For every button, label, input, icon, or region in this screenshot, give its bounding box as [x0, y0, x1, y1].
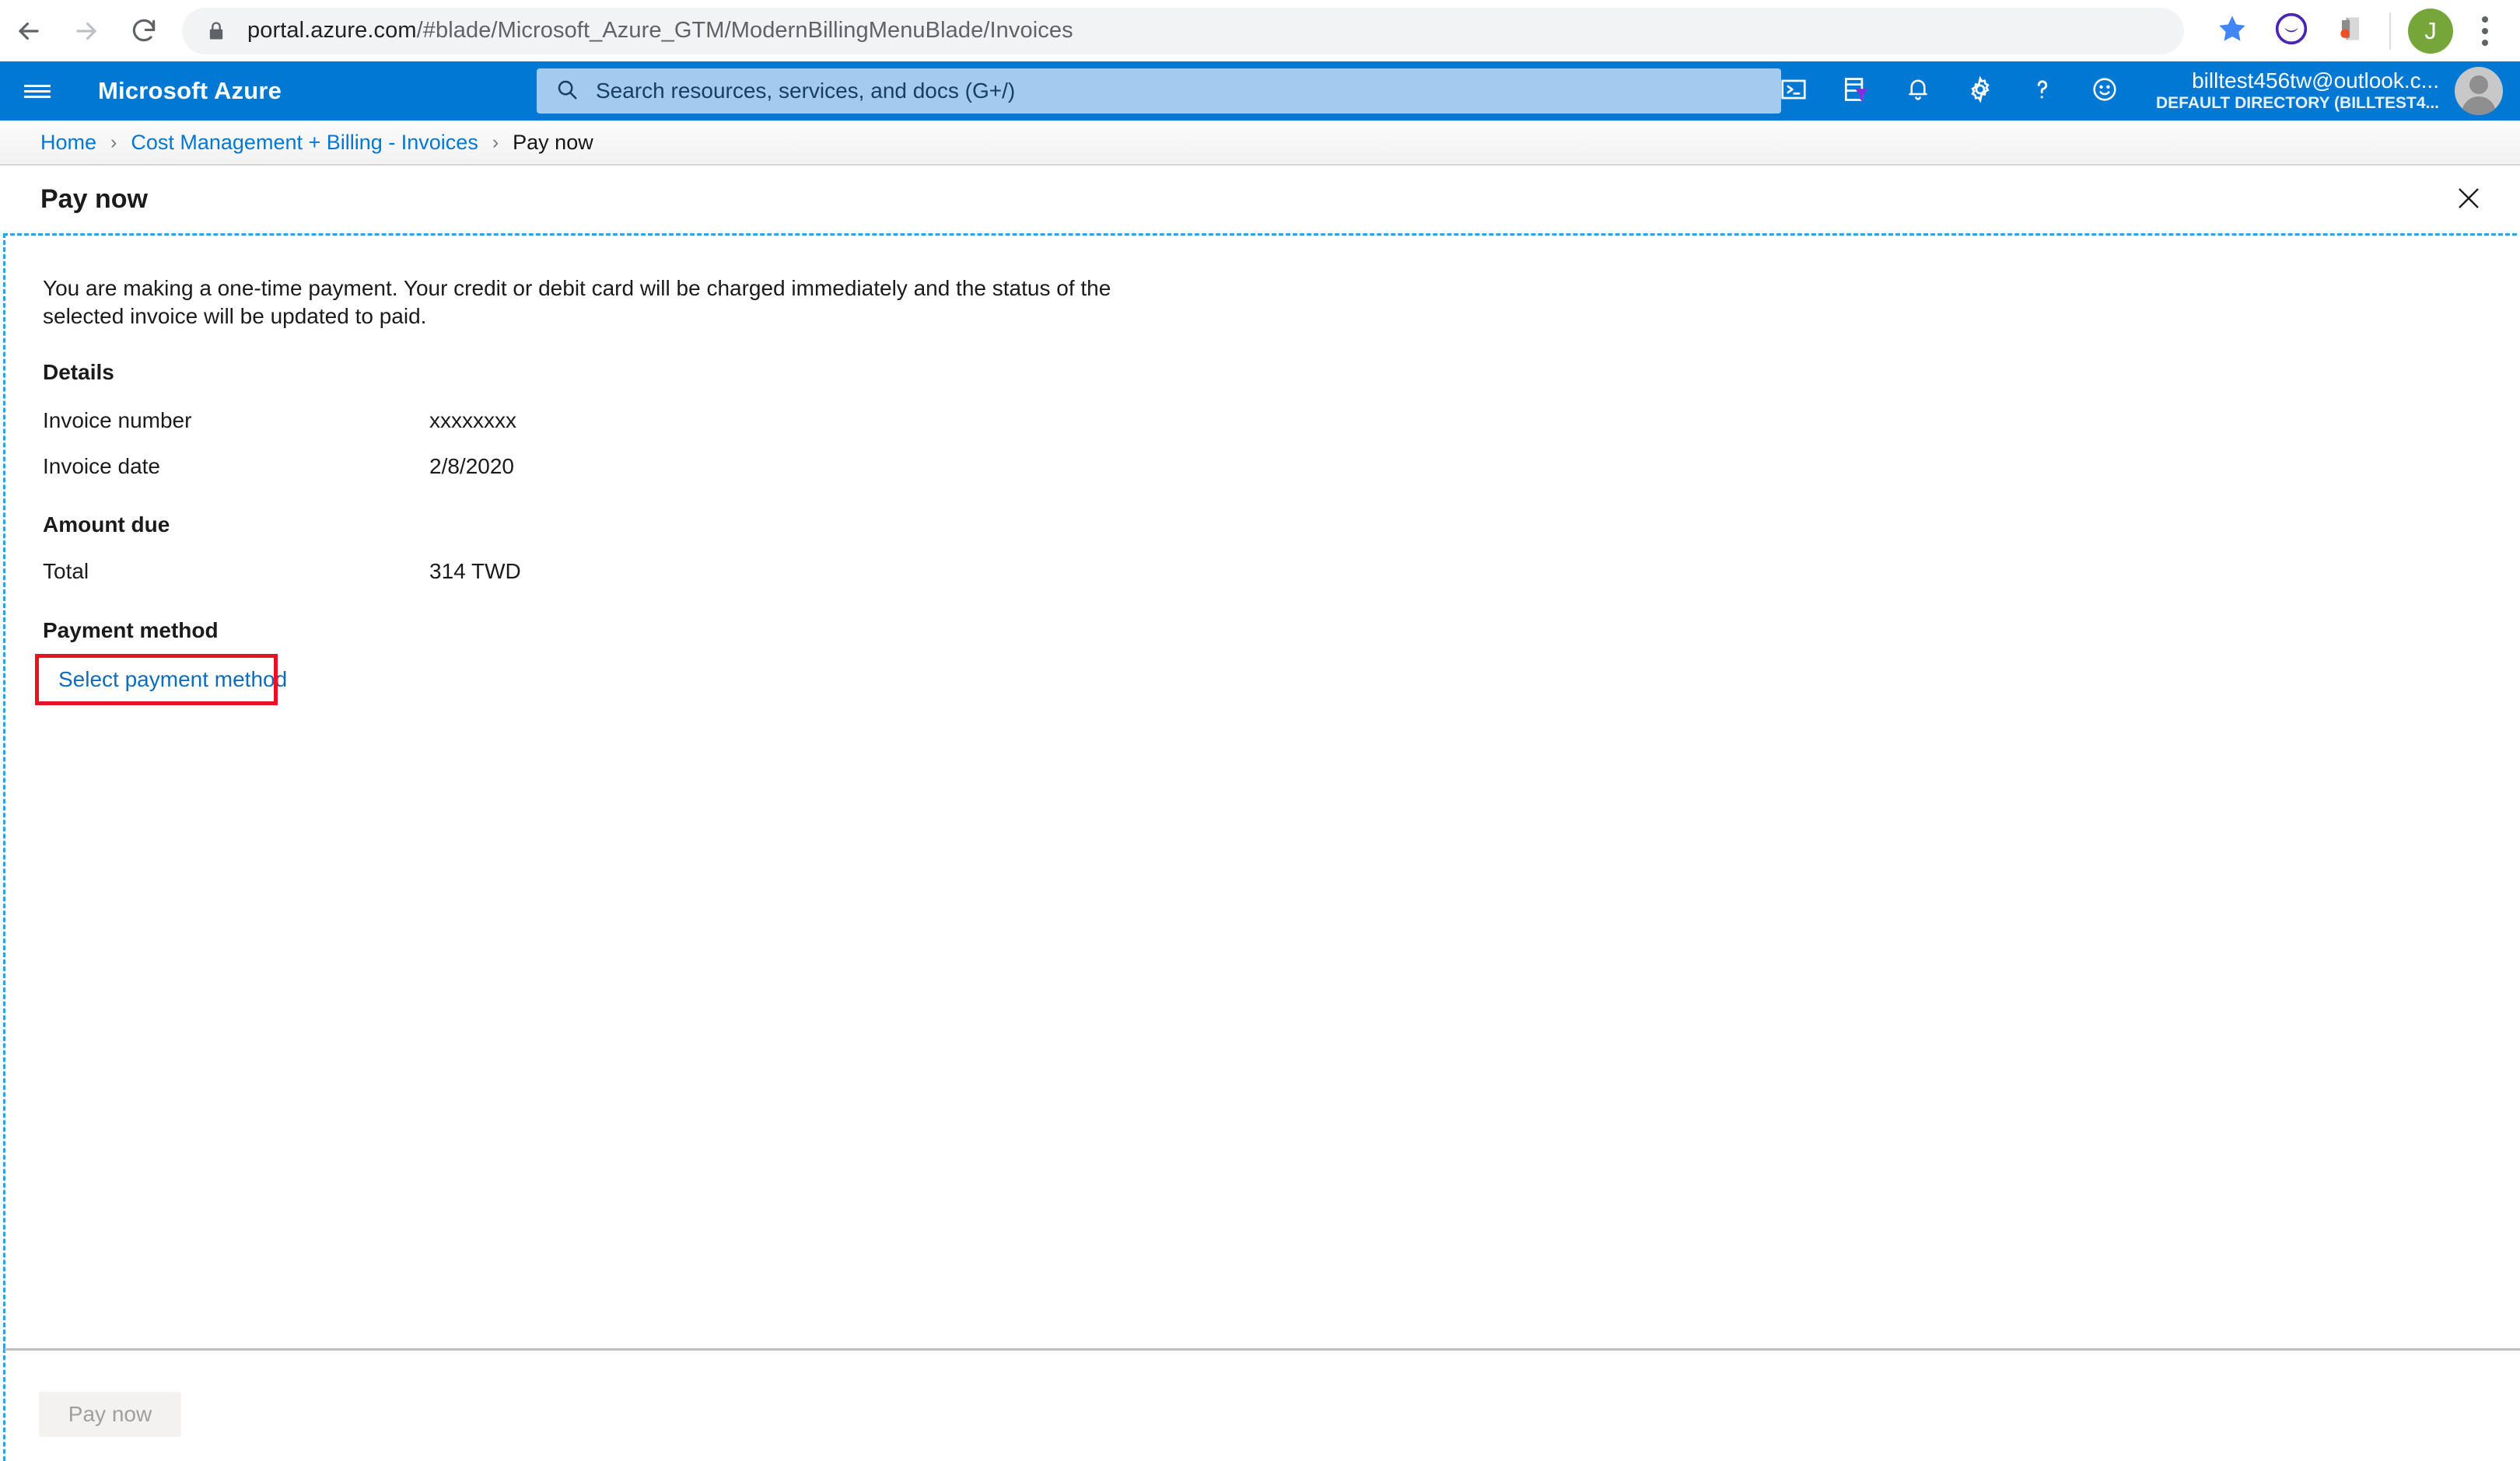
details-section-heading: Details — [43, 360, 114, 384]
address-bar[interactable]: portal.azure.com/#blade/Microsoft_Azure_… — [182, 7, 2184, 54]
extension-puzzle-button[interactable] — [2321, 2, 2380, 61]
forward-arrow-icon — [72, 16, 101, 46]
select-payment-method-link[interactable]: Select payment method — [43, 654, 306, 705]
azure-brand-title[interactable]: Microsoft Azure — [98, 77, 282, 105]
breadcrumb-separator-icon: › — [492, 131, 499, 153]
directory-filter-button[interactable] — [1825, 61, 1887, 121]
invoice-number-row: Invoice number xxxxxxxx — [43, 408, 2065, 433]
help-button[interactable] — [2011, 61, 2074, 121]
account-text: billtest456tw@outlook.c... DEFAULT DIREC… — [2156, 68, 2439, 114]
account-directory: DEFAULT DIRECTORY (BILLTEST4... — [2155, 94, 2439, 112]
invoice-date-row: Invoice date 2/8/2020 — [43, 454, 2065, 479]
blade-focus-outline-left — [3, 1348, 5, 1461]
total-row: Total 314 TWD — [43, 559, 2065, 584]
settings-gear-icon — [1965, 75, 1995, 108]
bookmark-button[interactable] — [2203, 2, 2262, 61]
search-icon — [555, 78, 579, 105]
browser-profile-avatar[interactable]: J — [2408, 8, 2453, 54]
star-icon — [2217, 13, 2248, 48]
feedback-button[interactable] — [2074, 61, 2136, 121]
amount-due-section-heading: Amount due — [43, 512, 170, 537]
page-title: Pay now — [40, 184, 148, 214]
total-value: 314 TWD — [429, 559, 521, 583]
breadcrumb-item-pay-now: Pay now — [513, 130, 593, 154]
pay-now-form: You are making a one-time payment. Your … — [35, 274, 2065, 705]
invoice-number-value: xxxxxxxx — [429, 408, 516, 432]
moon-circle-icon — [2274, 12, 2308, 50]
blade-content-area: You are making a one-time payment. Your … — [3, 233, 2517, 1348]
search-placeholder: Search resources, services, and docs (G+… — [596, 79, 1016, 103]
chrome-divider — [2389, 12, 2391, 50]
puzzle-extension-icon — [2333, 12, 2368, 50]
forward-button[interactable] — [58, 2, 115, 60]
url-path: /#blade/Microsoft_Azure_GTM/ModernBillin… — [416, 18, 1073, 43]
notifications-bell-icon — [1904, 75, 1932, 107]
breadcrumb: Home › Cost Management + Billing - Invoi… — [0, 121, 2520, 166]
hamburger-menu-icon[interactable] — [0, 61, 75, 121]
url-host: portal.azure.com — [247, 18, 417, 43]
reload-icon — [129, 16, 159, 46]
extension-moon-button[interactable] — [2262, 2, 2321, 61]
close-blade-button[interactable] — [2447, 178, 2490, 222]
settings-button[interactable] — [1949, 61, 2011, 121]
account-email: billtest456tw@outlook.c... — [2192, 68, 2439, 93]
cloud-shell-icon — [1779, 75, 1808, 108]
back-button[interactable] — [0, 2, 58, 60]
total-label: Total — [43, 559, 89, 583]
global-search-box[interactable]: Search resources, services, and docs (G+… — [537, 68, 1781, 114]
invoice-number-label: Invoice number — [43, 408, 192, 432]
url-text: portal.azure.com/#blade/Microsoft_Azure_… — [247, 18, 1073, 44]
payment-method-section-heading: Payment method — [43, 618, 219, 642]
notifications-button[interactable] — [1887, 61, 1949, 121]
three-dot-menu-icon[interactable] — [2461, 2, 2509, 61]
footer-separator — [5, 1348, 2520, 1351]
account-menu[interactable]: billtest456tw@outlook.c... DEFAULT DIREC… — [2156, 67, 2503, 115]
pay-now-button[interactable]: Pay now — [39, 1392, 181, 1437]
breadcrumb-separator-icon: › — [110, 131, 117, 153]
browser-chrome: portal.azure.com/#blade/Microsoft_Azure_… — [0, 0, 2520, 61]
invoice-date-label: Invoice date — [43, 454, 160, 478]
invoice-date-value: 2/8/2020 — [429, 454, 514, 478]
breadcrumb-item-cost-management-billing-invoices[interactable]: Cost Management + Billing - Invoices — [131, 131, 478, 155]
breadcrumb-item-home[interactable]: Home — [40, 131, 96, 155]
lock-icon — [205, 20, 227, 42]
user-avatar-icon[interactable] — [2455, 67, 2503, 115]
intro-text: You are making a one-time payment. Your … — [43, 276, 1111, 328]
back-arrow-icon — [14, 16, 44, 46]
help-question-icon — [2028, 75, 2057, 108]
select-payment-method-wrapper: Select payment method — [35, 654, 306, 705]
directory-filter-icon — [1841, 75, 1871, 108]
cloud-shell-button[interactable] — [1762, 61, 1825, 121]
reload-button[interactable] — [115, 2, 173, 60]
feedback-smiley-icon — [2090, 75, 2119, 108]
close-x-icon — [2455, 185, 2482, 215]
azure-header-actions: billtest456tw@outlook.c... DEFAULT DIREC… — [1762, 61, 2520, 121]
blade-title-bar: Pay now — [0, 167, 2520, 233]
